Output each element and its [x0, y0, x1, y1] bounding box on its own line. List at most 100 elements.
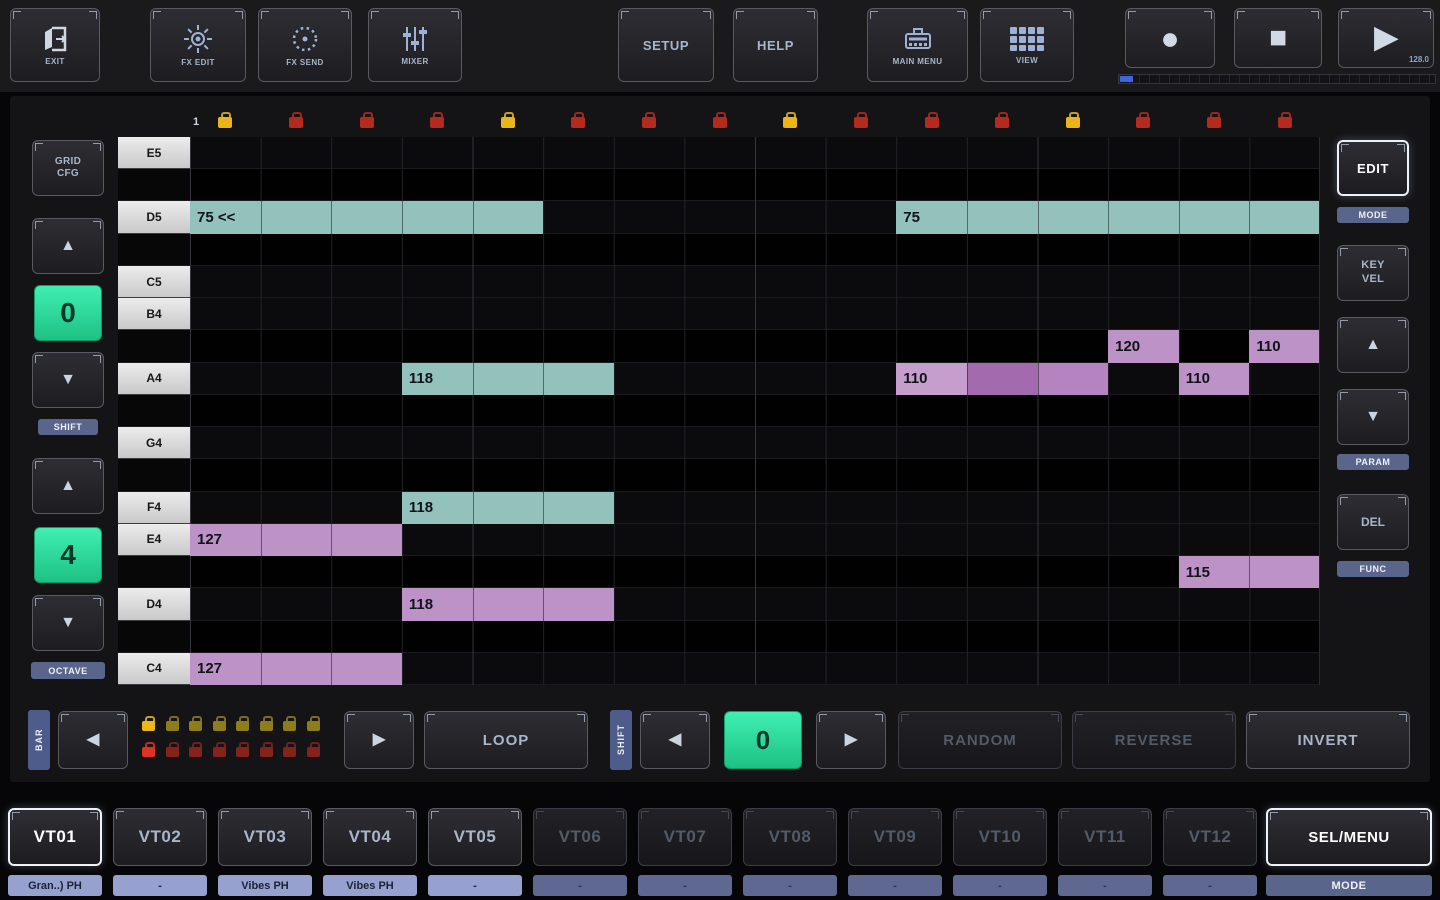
bar-marker-icon[interactable]: [283, 721, 296, 731]
track-button-vt10[interactable]: VT10: [953, 808, 1047, 866]
track-button-vt09[interactable]: VT09: [848, 808, 942, 866]
octave-down-button[interactable]: ▼: [32, 595, 104, 651]
key-black-row[interactable]: [118, 459, 190, 491]
note[interactable]: 115: [1179, 556, 1320, 588]
key-vel-button[interactable]: KEY VEL: [1337, 245, 1409, 301]
track-sub-label[interactable]: -: [638, 875, 732, 896]
track-button-vt02[interactable]: VT02: [113, 808, 207, 866]
track-button-vt12[interactable]: VT12: [1163, 808, 1257, 866]
key-C5[interactable]: C5: [118, 266, 190, 298]
track-button-vt06[interactable]: VT06: [533, 808, 627, 866]
next-bar-button[interactable]: ▶: [344, 711, 414, 769]
play-button[interactable]: ▶ 128.0: [1338, 8, 1434, 68]
shift-up-button[interactable]: ▲: [32, 218, 104, 274]
reverse-button[interactable]: REVERSE: [1072, 711, 1236, 769]
key-E4[interactable]: E4: [118, 524, 190, 556]
grid-cfg-button[interactable]: GRID CFG: [32, 140, 104, 196]
bar-marker-icon[interactable]: [142, 721, 155, 731]
key-black-row[interactable]: [118, 169, 190, 201]
note[interactable]: 127: [190, 524, 402, 556]
track-button-vt07[interactable]: VT07: [638, 808, 732, 866]
note[interactable]: 75 <<: [190, 201, 543, 233]
bar-marker-icon[interactable]: [260, 721, 273, 731]
key-B4[interactable]: B4: [118, 298, 190, 330]
prev-bar-button[interactable]: ◀: [58, 711, 128, 769]
bar-marker-icon[interactable]: [236, 747, 249, 757]
loop-button[interactable]: LOOP: [424, 711, 588, 769]
del-button[interactable]: DEL: [1337, 494, 1409, 550]
setup-button[interactable]: SETUP: [618, 8, 714, 82]
bar-marker-icon[interactable]: [260, 747, 273, 757]
track-sub-label[interactable]: -: [428, 875, 522, 896]
bar-marker-icon[interactable]: [307, 747, 320, 757]
note[interactable]: 127: [190, 653, 402, 685]
mixer-button[interactable]: MIXER: [368, 8, 462, 82]
shift-left-button[interactable]: ◀: [640, 711, 710, 769]
track-sub-label[interactable]: Vibes PH: [218, 875, 312, 896]
key-D5[interactable]: D5: [118, 201, 190, 233]
key-black-row[interactable]: [118, 395, 190, 427]
param-up-button[interactable]: ▲: [1337, 317, 1409, 373]
note[interactable]: 110: [1249, 330, 1320, 362]
track-sub-label[interactable]: -: [848, 875, 942, 896]
note[interactable]: 120: [1108, 330, 1179, 362]
track-sub-label[interactable]: -: [953, 875, 1047, 896]
random-button[interactable]: RANDOM: [898, 711, 1062, 769]
shift-down-button[interactable]: ▼: [32, 352, 104, 408]
note[interactable]: 118: [402, 363, 614, 395]
key-black-row[interactable]: [118, 330, 190, 362]
track-button-vt04[interactable]: VT04: [323, 808, 417, 866]
help-button[interactable]: HELP: [733, 8, 818, 82]
bar-marker-icon[interactable]: [213, 747, 226, 757]
bar-marker-icon[interactable]: [283, 747, 296, 757]
key-G4[interactable]: G4: [118, 427, 190, 459]
main-menu-button[interactable]: MAIN MENU: [867, 8, 968, 82]
shift-right-button[interactable]: ▶: [816, 711, 886, 769]
track-sub-label[interactable]: Gran..) PH: [8, 875, 102, 896]
track-button-vt05[interactable]: VT05: [428, 808, 522, 866]
record-button[interactable]: ●: [1125, 8, 1215, 68]
key-black-row[interactable]: [118, 621, 190, 653]
bar-marker-icon[interactable]: [142, 747, 155, 757]
view-button[interactable]: VIEW: [980, 8, 1074, 82]
note[interactable]: 75: [896, 201, 1320, 233]
param-down-button[interactable]: ▼: [1337, 389, 1409, 445]
seek-bar[interactable]: [1118, 74, 1436, 84]
track-button-vt03[interactable]: VT03: [218, 808, 312, 866]
grid[interactable]: 75 <<75120110118110110118127115118127: [190, 137, 1320, 685]
note[interactable]: 110: [896, 363, 1108, 395]
bar-marker-icon[interactable]: [166, 721, 179, 731]
invert-button[interactable]: INVERT: [1246, 711, 1410, 769]
key-F4[interactable]: F4: [118, 492, 190, 524]
bar-marker-icon[interactable]: [189, 747, 202, 757]
track-sub-label[interactable]: Vibes PH: [323, 875, 417, 896]
fx-send-button[interactable]: FX SEND: [258, 8, 352, 82]
track-button-vt08[interactable]: VT08: [743, 808, 837, 866]
track-button-vt01[interactable]: VT01: [8, 808, 102, 866]
track-sub-label[interactable]: -: [1058, 875, 1152, 896]
bar-marker-icon[interactable]: [236, 721, 249, 731]
fx-edit-button[interactable]: FX EDIT: [150, 8, 246, 82]
track-sub-label[interactable]: -: [113, 875, 207, 896]
track-button-vt11[interactable]: VT11: [1058, 808, 1152, 866]
exit-button[interactable]: EXIT: [10, 8, 100, 82]
track-sub-label[interactable]: -: [743, 875, 837, 896]
key-E5[interactable]: E5: [118, 137, 190, 169]
bar-marker-icon[interactable]: [213, 721, 226, 731]
note[interactable]: 118: [402, 492, 614, 524]
key-C4[interactable]: C4: [118, 653, 190, 685]
key-black-row[interactable]: [118, 556, 190, 588]
bar-marker-icon[interactable]: [189, 721, 202, 731]
sel-menu-button[interactable]: SEL/MENU: [1266, 808, 1432, 866]
bar-marker-icon[interactable]: [307, 721, 320, 731]
note[interactable]: 110: [1179, 363, 1250, 395]
key-black-row[interactable]: [118, 234, 190, 266]
key-A4[interactable]: A4: [118, 363, 190, 395]
stop-button[interactable]: ■: [1234, 8, 1322, 68]
octave-up-button[interactable]: ▲: [32, 458, 104, 514]
track-sub-label[interactable]: -: [1163, 875, 1257, 896]
track-sub-label[interactable]: -: [533, 875, 627, 896]
key-D4[interactable]: D4: [118, 588, 190, 620]
edit-mode-button[interactable]: EDIT: [1337, 140, 1409, 196]
bar-marker-icon[interactable]: [166, 747, 179, 757]
